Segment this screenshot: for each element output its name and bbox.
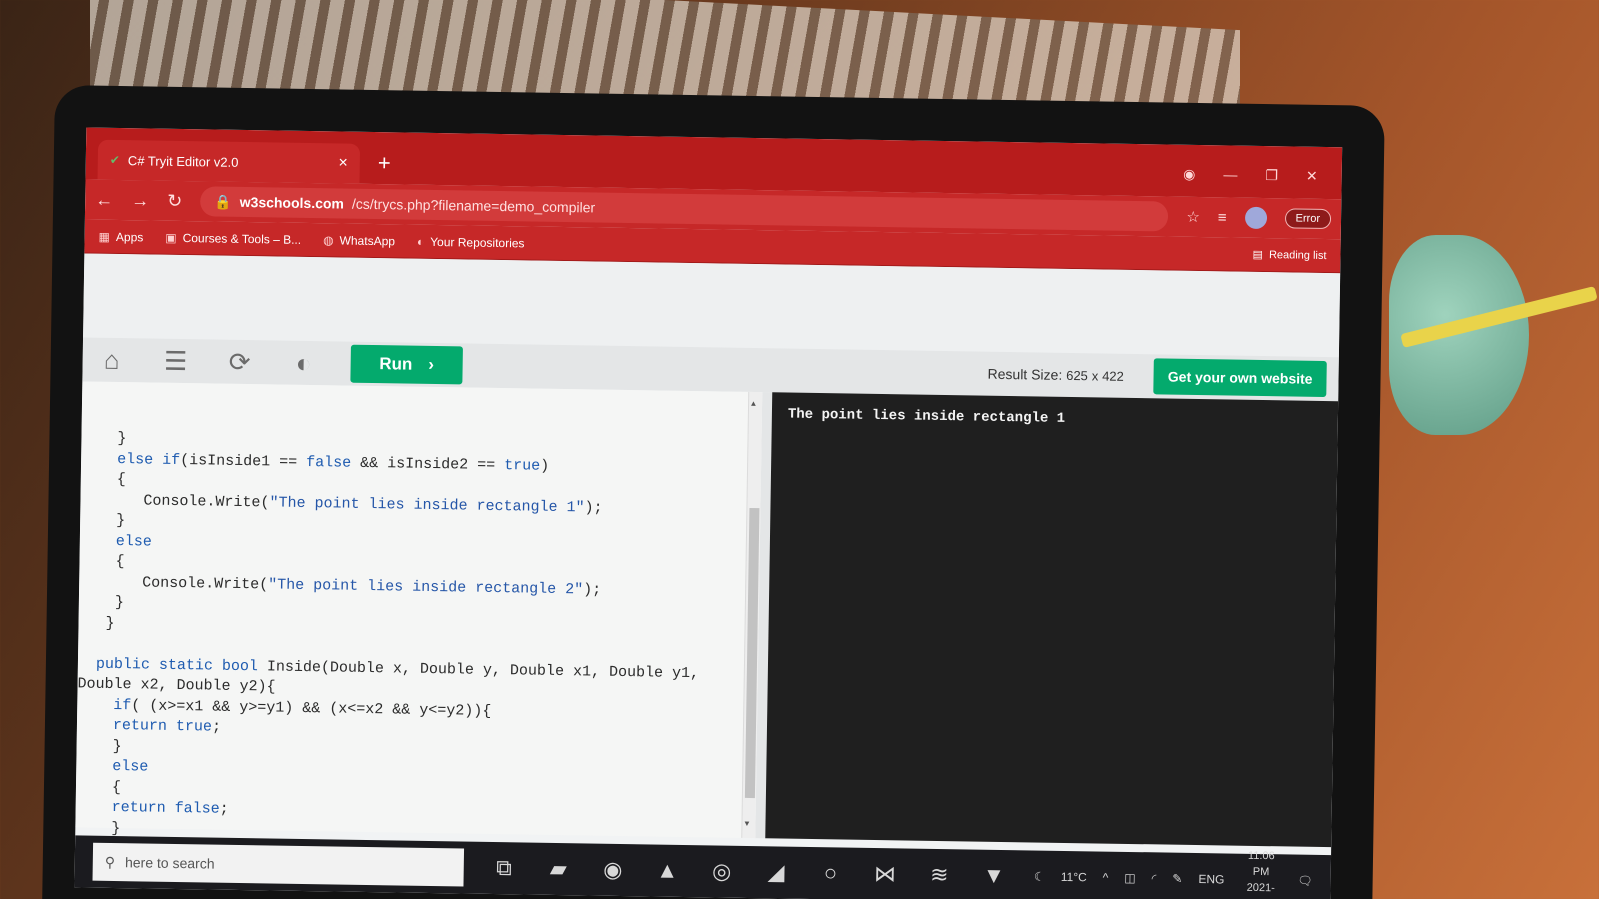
photos-icon[interactable]: ▲ [653, 857, 682, 883]
profile-menu-icon[interactable]: ◉ [1183, 166, 1195, 183]
pen-icon[interactable]: ✎ [1172, 872, 1182, 886]
wifi-icon[interactable]: ◜ [1152, 871, 1157, 885]
back-arrow-icon[interactable]: ← [95, 189, 113, 210]
chrome-profile-icon[interactable]: ◉ [598, 857, 627, 883]
bookmark-repositories[interactable]: ◐ Your Repositories [417, 234, 525, 250]
system-tray: ☾ 11°C ^ ◫ ◜ ✎ ENG 11:06 PM 2021-09-29 🗨 [1034, 844, 1314, 899]
bookmark-whatsapp[interactable]: ◍ WhatsApp [323, 233, 395, 248]
minimize-icon[interactable]: — [1223, 166, 1237, 183]
new-tab-button[interactable]: + [378, 150, 391, 176]
weather-icon: ☾ [1033, 869, 1045, 884]
home-icon[interactable]: ⌂ [94, 344, 128, 376]
media-queue-icon[interactable]: ≡ [1218, 209, 1227, 226]
reading-list-button[interactable]: ▤ Reading list [1252, 248, 1326, 262]
toolbar-actions: ☆ ≡ Error [1186, 206, 1332, 230]
reload-icon[interactable]: ↻ [167, 190, 182, 211]
avatar[interactable] [1244, 206, 1267, 230]
app-icon[interactable]: ◢ [762, 859, 791, 885]
language-indicator[interactable]: ENG [1198, 872, 1224, 886]
bookmark-apps[interactable]: ▦ Apps [99, 229, 144, 244]
grid-icon: ▦ [98, 229, 111, 244]
vscode-icon[interactable]: ⋈ [871, 861, 900, 887]
laptop-bezel: ✔ C# Tryit Editor v2.0 × + ◉ — ❐ ✕ ← → ↻… [42, 85, 1385, 899]
result-height: 422 [1102, 368, 1124, 384]
chevron-up-icon[interactable]: ^ [1103, 871, 1109, 885]
error-button[interactable]: Error [1284, 208, 1332, 230]
windows-taskbar: ⚲ here to search ⧉ ▰ ◉ ▲ ◎ ◢ ○ ⋈ ≋ ▼ ☾ 1… [74, 835, 1332, 899]
forward-arrow-icon[interactable]: → [131, 190, 149, 211]
contrast-icon[interactable]: ◐ [286, 347, 320, 379]
url-path: /cs/trycs.php?filename=demo_compiler [351, 195, 596, 216]
get-own-website-button[interactable]: Get your own website [1153, 358, 1327, 398]
window-controls: ◉ — ❐ ✕ [1183, 166, 1342, 199]
chevron-right-icon: › [428, 354, 435, 374]
bookmark-courses[interactable]: ▣ Courses & Tools – B... [165, 230, 301, 246]
browser-window: ✔ C# Tryit Editor v2.0 × + ◉ — ❐ ✕ ← → ↻… [74, 127, 1343, 899]
file-explorer-icon[interactable]: ▰ [544, 856, 573, 882]
result-size: Result Size: 625 x 422 [987, 365, 1124, 384]
acrobat-icon[interactable]: ▼ [979, 863, 1008, 889]
close-window-icon[interactable]: ✕ [1306, 168, 1318, 185]
weather-temp[interactable]: 11°C [1061, 870, 1087, 884]
run-button[interactable]: Run › [350, 344, 463, 385]
scroll-down-icon[interactable]: ▼ [744, 814, 749, 835]
taskbar-search[interactable]: ⚲ here to search [92, 842, 465, 887]
url-host: w3schools.com [239, 193, 345, 212]
w3schools-favicon-icon: ✔ [109, 152, 121, 168]
rotate-layout-icon[interactable]: ⟳ [222, 346, 256, 378]
menu-icon[interactable]: ☰ [158, 345, 192, 377]
clock[interactable]: 11:06 PM 2021-09-29 [1240, 848, 1282, 899]
task-view-icon[interactable]: ⧉ [490, 855, 519, 881]
close-tab-icon[interactable]: × [338, 154, 348, 172]
lock-icon: 🔒 [214, 193, 232, 210]
result-width: 625 [1066, 367, 1088, 384]
scroll-up-icon[interactable]: ▲ [751, 395, 756, 416]
result-output: The point lies inside rectangle 1 [765, 392, 1339, 848]
chrome-icon[interactable]: ◎ [707, 858, 736, 884]
reading-list-icon: ▤ [1252, 248, 1264, 261]
bb-icon: ▣ [165, 230, 177, 245]
tab-title: C# Tryit Editor v2.0 [127, 152, 239, 170]
notification-icon[interactable]: 🗨 [1297, 874, 1312, 888]
network-icon[interactable]: ◫ [1124, 871, 1136, 885]
search-icon: ⚲ [104, 853, 116, 870]
orange-app-icon[interactable]: ≋ [925, 862, 954, 888]
bookmark-star-icon[interactable]: ☆ [1186, 208, 1200, 226]
code-lines[interactable]: } else if(isInside1 == false && isInside… [75, 428, 762, 890]
whatsapp-icon: ◍ [323, 232, 334, 247]
tab-tryit-editor[interactable]: ✔ C# Tryit Editor v2.0 × [97, 139, 361, 184]
github-icon: ◐ [416, 234, 425, 249]
result-x: x [1091, 368, 1099, 384]
restore-icon[interactable]: ❐ [1265, 167, 1278, 184]
editor-panes: } else if(isInside1 == false && isInside… [75, 381, 1339, 877]
code-editor[interactable]: } else if(isInside1 == false && isInside… [75, 381, 763, 877]
circle-app-icon[interactable]: ○ [816, 860, 845, 886]
